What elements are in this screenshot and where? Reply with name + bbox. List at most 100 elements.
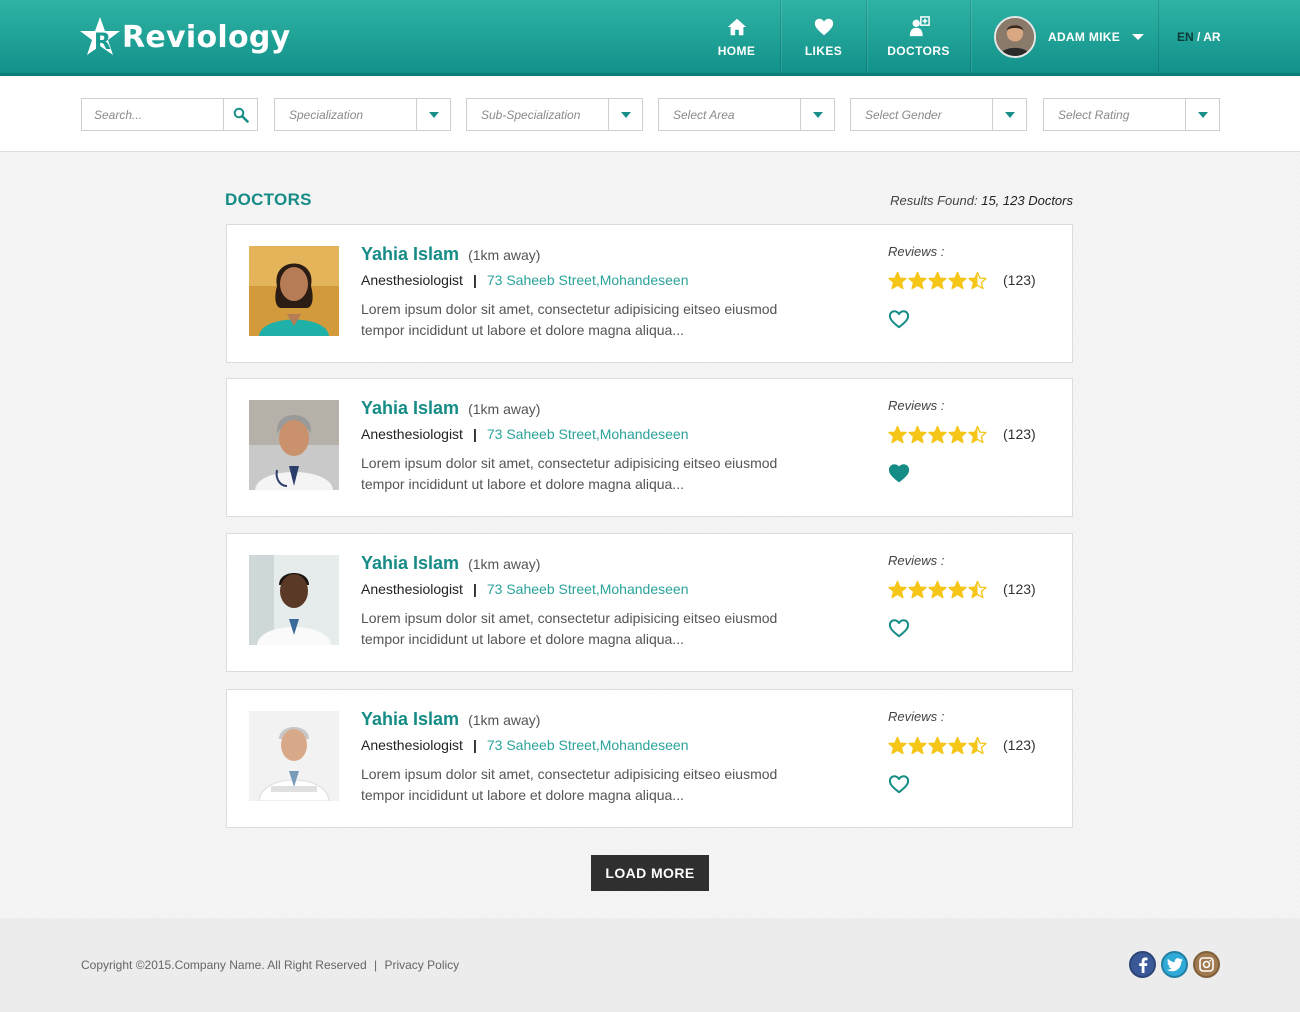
doctor-specialty: Anesthesiologist	[361, 426, 463, 442]
lang-separator: /	[1197, 30, 1201, 44]
like-heart-icon[interactable]	[888, 774, 910, 794]
specialty-separator: |	[472, 272, 477, 288]
doctor-card[interactable]: Yahia Islam (1km away) Anesthesiologist …	[226, 689, 1073, 828]
star-rating	[888, 736, 988, 755]
doctor-icon	[909, 15, 930, 36]
area-select-label: Select Area	[673, 108, 735, 122]
user-menu[interactable]: ADAM MIKE	[972, 0, 1159, 73]
review-count: (123)	[1003, 426, 1036, 442]
doctor-address[interactable]: 73 Saheeb Street,Mohandeseen	[487, 426, 689, 442]
doctor-address[interactable]: 73 Saheeb Street,Mohandeseen	[487, 581, 689, 597]
doctor-name[interactable]: Yahia Islam	[361, 244, 459, 265]
doctor-photo[interactable]	[249, 246, 339, 336]
doctor-photo[interactable]	[249, 555, 339, 645]
star-icon	[888, 271, 907, 290]
nav-doctors-label: DOCTORS	[887, 43, 950, 58]
doctor-name-line: Yahia Islam (1km away)	[361, 244, 540, 265]
star-icon	[968, 736, 987, 755]
facebook-icon[interactable]	[1129, 951, 1156, 978]
doctor-name-line: Yahia Islam (1km away)	[361, 709, 540, 730]
copyright-text: Copyright ©2015.Company Name. All Right …	[81, 958, 367, 972]
rating-select[interactable]: Select Rating	[1043, 98, 1220, 131]
results-label: Results Found:	[890, 193, 978, 208]
doctor-name-line: Yahia Islam (1km away)	[361, 398, 540, 419]
reviews-label: Reviews :	[888, 709, 945, 724]
star-icon	[968, 580, 987, 599]
sub-specialization-select-label: Sub-Specialization	[481, 108, 581, 122]
star-icon	[928, 580, 947, 599]
load-more-button[interactable]: LOAD MORE	[591, 855, 709, 891]
star-icon	[948, 736, 967, 755]
star-icon	[948, 580, 967, 599]
star-icon	[908, 271, 927, 290]
nav-home[interactable]: HOME	[693, 0, 781, 73]
dropdown-arrow-icon	[608, 99, 642, 130]
like-heart-icon[interactable]	[888, 618, 910, 638]
like-heart-icon[interactable]	[888, 463, 910, 483]
doctor-address[interactable]: 73 Saheeb Street,Mohandeseen	[487, 272, 689, 288]
doctor-name-line: Yahia Islam (1km away)	[361, 553, 540, 574]
footer: Copyright ©2015.Company Name. All Right …	[0, 918, 1300, 1012]
doctor-card[interactable]: Yahia Islam (1km away) Anesthesiologist …	[226, 224, 1073, 363]
instagram-icon[interactable]	[1193, 951, 1220, 978]
doctor-name[interactable]: Yahia Islam	[361, 553, 459, 574]
rating-select-label: Select Rating	[1058, 108, 1130, 122]
nav-likes[interactable]: LIKES	[781, 0, 867, 73]
search-button[interactable]	[223, 99, 257, 130]
language-switcher: EN / AR	[1177, 30, 1221, 44]
star-icon	[928, 736, 947, 755]
instagram-glyph	[1199, 957, 1214, 972]
filter-bar: Specialization Sub-Specialization Select…	[0, 76, 1300, 152]
dropdown-arrow-icon	[800, 99, 834, 130]
doctor-name[interactable]: Yahia Islam	[361, 398, 459, 419]
star-icon	[888, 736, 907, 755]
doctor-distance: (1km away)	[468, 401, 541, 417]
reviews-label: Reviews :	[888, 244, 945, 259]
doctor-description: Lorem ipsum dolor sit amet, consectetur …	[361, 301, 778, 338]
search-input[interactable]	[82, 99, 223, 130]
doctor-specialty: Anesthesiologist	[361, 272, 463, 288]
area-select[interactable]: Select Area	[658, 98, 835, 131]
star-logo-icon: R	[80, 17, 120, 55]
twitter-icon[interactable]	[1161, 951, 1188, 978]
doctor-card[interactable]: Yahia Islam (1km away) Anesthesiologist …	[226, 378, 1073, 517]
lang-ar[interactable]: AR	[1203, 30, 1220, 44]
doctor-photo-image	[249, 555, 339, 645]
doctor-address[interactable]: 73 Saheeb Street,Mohandeseen	[487, 737, 689, 753]
chevron-down-icon[interactable]	[1132, 33, 1145, 40]
sub-specialization-select[interactable]: Sub-Specialization	[466, 98, 643, 131]
specialty-separator: |	[472, 426, 477, 442]
doctor-photo[interactable]	[249, 400, 339, 490]
brand-name: Reviology	[122, 19, 291, 55]
doctor-photo[interactable]	[249, 711, 339, 801]
star-icon	[888, 580, 907, 599]
review-count: (123)	[1003, 581, 1036, 597]
doctor-card[interactable]: Yahia Islam (1km away) Anesthesiologist …	[226, 533, 1073, 672]
brand-logo[interactable]: R Reviology	[80, 14, 291, 60]
lang-en[interactable]: EN	[1177, 30, 1194, 44]
specialization-select[interactable]: Specialization	[274, 98, 451, 131]
top-header: R Reviology HOME LIKES DOCTORS ADAM MIKE…	[0, 0, 1300, 76]
heart-icon	[814, 18, 833, 35]
privacy-policy-link[interactable]: Privacy Policy	[384, 958, 459, 972]
dropdown-arrow-icon	[416, 99, 450, 130]
gender-select[interactable]: Select Gender	[850, 98, 1027, 131]
doctor-specialty: Anesthesiologist	[361, 737, 463, 753]
specialty-separator: |	[472, 737, 477, 753]
doctor-specialty-line: Anesthesiologist | 73 Saheeb Street,Moha…	[361, 272, 688, 288]
search-box	[81, 98, 258, 131]
doctor-distance: (1km away)	[468, 556, 541, 572]
star-rating	[888, 271, 988, 290]
nav-doctors[interactable]: DOCTORS	[867, 0, 971, 73]
review-count: (123)	[1003, 737, 1036, 753]
results-value: 15, 123 Doctors	[981, 193, 1073, 208]
user-name: ADAM MIKE	[1048, 29, 1121, 44]
doctor-distance: (1km away)	[468, 712, 541, 728]
star-icon	[948, 271, 967, 290]
social-links	[1129, 951, 1220, 978]
doctor-name[interactable]: Yahia Islam	[361, 709, 459, 730]
like-heart-icon[interactable]	[888, 309, 910, 329]
star-icon	[888, 425, 907, 444]
doctor-photo-image	[249, 711, 339, 801]
nav-home-label: HOME	[717, 43, 756, 58]
